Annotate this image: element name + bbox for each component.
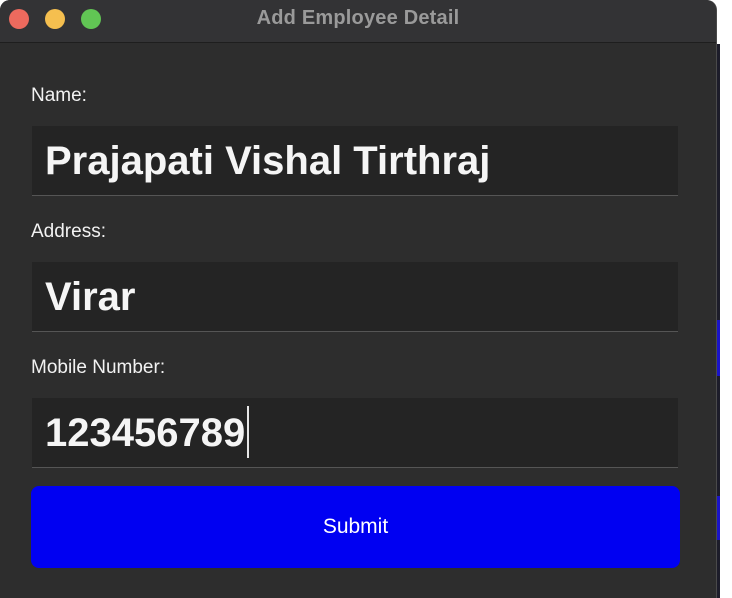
address-input[interactable]: Virar: [32, 262, 678, 332]
text-caret: [247, 406, 250, 459]
title-bar: Add Employee Detail: [0, 0, 716, 43]
address-label: Address:: [31, 221, 106, 242]
name-input-value: Prajapati Vishal Tirthraj: [45, 139, 491, 183]
app-window: Add Employee Detail Name: Prajapati Vish…: [0, 0, 716, 598]
address-input-value: Virar: [45, 275, 136, 319]
mobile-number-input-wrap: 123456789: [45, 398, 250, 468]
mobile-number-input[interactable]: 123456789: [32, 398, 678, 468]
window-title: Add Employee Detail: [256, 7, 460, 29]
mobile-number-label: Mobile Number:: [31, 357, 166, 378]
mobile-number-input-value: 123456789: [45, 411, 246, 455]
name-input[interactable]: Prajapati Vishal Tirthraj: [32, 126, 678, 196]
name-label: Name:: [31, 85, 87, 106]
background-window-edge: [716, 0, 732, 598]
submit-button[interactable]: Submit: [31, 486, 680, 568]
